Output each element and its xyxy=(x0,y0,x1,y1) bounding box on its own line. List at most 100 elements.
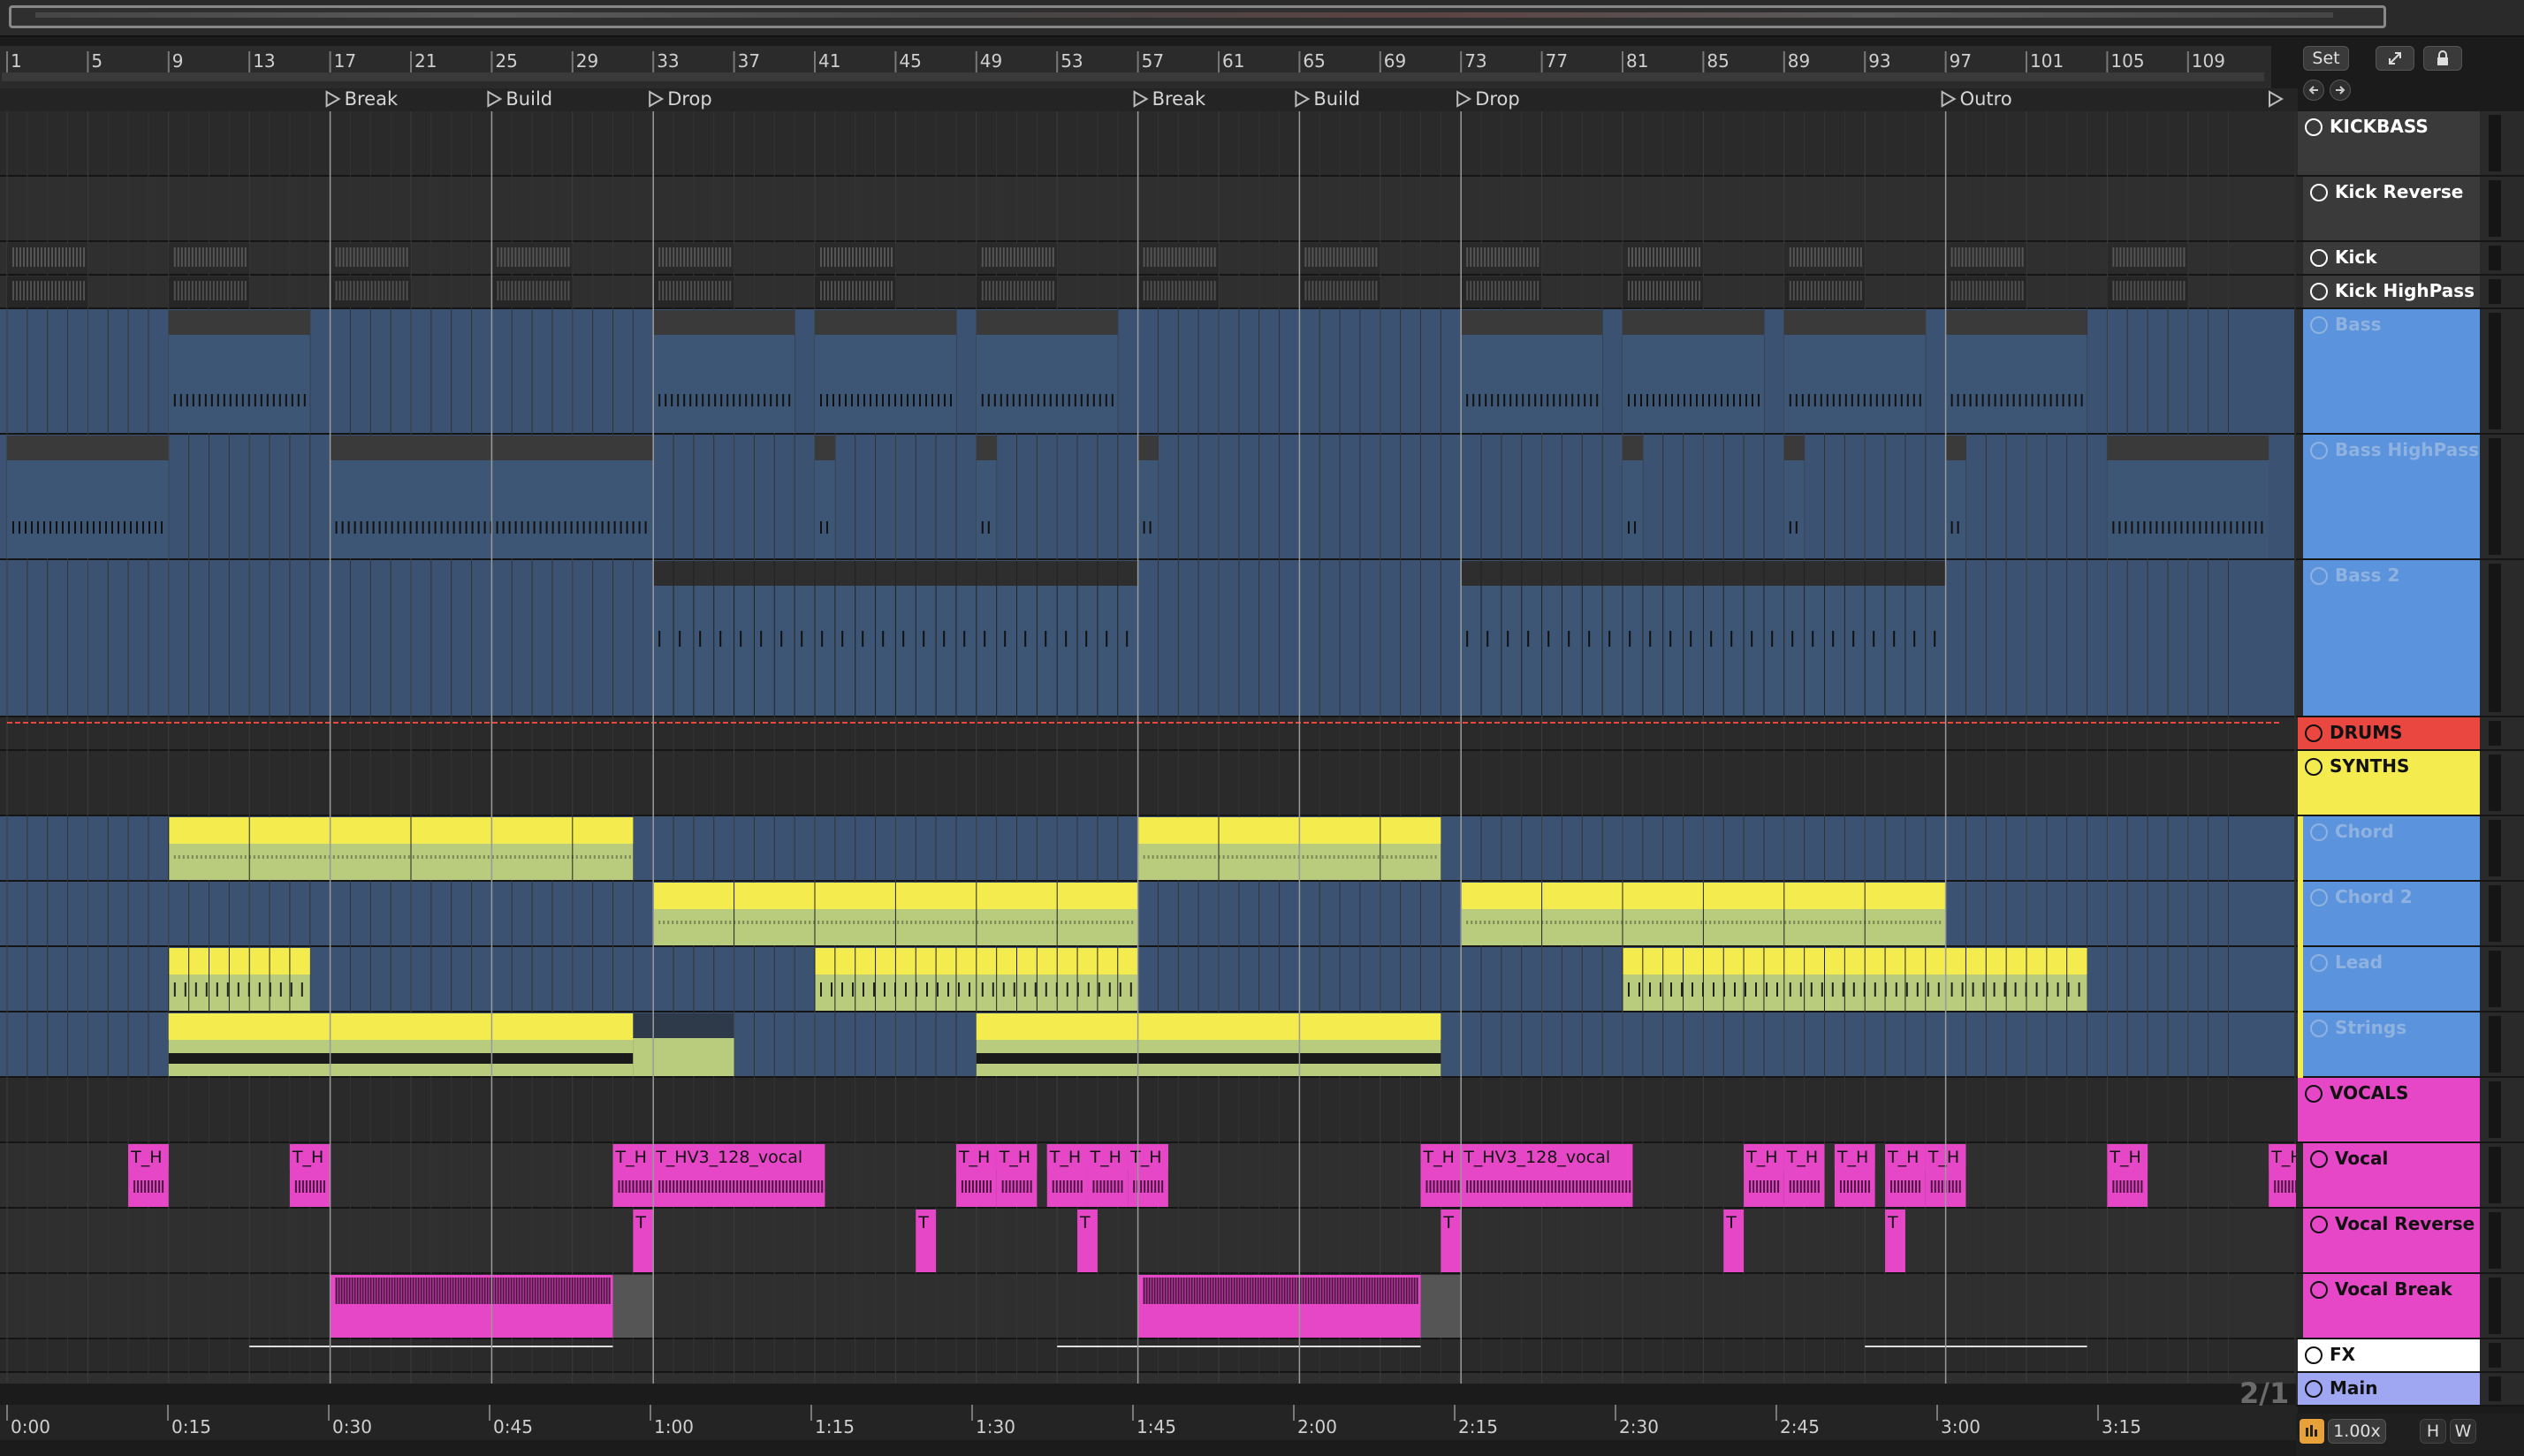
track-fold-icon[interactable] xyxy=(2310,283,2328,300)
track-lane[interactable] xyxy=(0,1373,2294,1384)
track-lane[interactable] xyxy=(0,1078,2294,1143)
track-header-kickbass[interactable]: KICKBASS xyxy=(2296,111,2524,177)
clip[interactable] xyxy=(1783,310,1926,433)
clip[interactable] xyxy=(1137,277,1219,307)
locator-lane[interactable]: Break Build Drop Break Build Drop Outro xyxy=(0,88,2298,111)
arrangement-tracks[interactable]: T_H T_H T_H T_H T_H T_H T_H T_H T_H T_H T_H T_H T_H T… xyxy=(0,111,2298,1384)
clip[interactable] xyxy=(1783,243,1866,274)
clip[interactable]: T xyxy=(1441,1210,1462,1272)
clip[interactable]: T_H xyxy=(2107,1144,2148,1207)
clip[interactable]: T_H xyxy=(128,1144,169,1207)
track-fold-icon[interactable] xyxy=(2310,1216,2328,1233)
clip[interactable] xyxy=(168,310,310,433)
clip[interactable]: T_H xyxy=(1834,1144,1875,1207)
clip[interactable] xyxy=(1783,277,1866,307)
clip[interactable] xyxy=(1945,277,2026,307)
clip[interactable] xyxy=(1945,310,2087,433)
track-header-chord[interactable]: Chord xyxy=(2296,816,2524,882)
clip[interactable] xyxy=(330,1275,613,1338)
clip[interactable] xyxy=(168,243,250,274)
track-header-lead[interactable]: Lead xyxy=(2296,947,2524,1012)
clip[interactable] xyxy=(976,1013,1441,1076)
clip[interactable] xyxy=(815,436,835,558)
clip[interactable] xyxy=(1461,243,1542,274)
play-icon[interactable] xyxy=(2305,1380,2323,1398)
locator-label[interactable]: Drop xyxy=(1475,88,1520,110)
clip[interactable] xyxy=(2107,436,2269,558)
clip[interactable] xyxy=(653,243,734,274)
track-fold-icon[interactable] xyxy=(2310,1020,2328,1037)
track-header-kick-highpass[interactable]: Kick HighPass xyxy=(2296,276,2524,309)
clip[interactable]: T_H xyxy=(1885,1144,1926,1207)
zoom-display[interactable]: 1.00x xyxy=(2328,1419,2386,1444)
track-header-vocals[interactable]: VOCALS xyxy=(2296,1078,2524,1143)
clip[interactable] xyxy=(168,277,250,307)
track-header-kick-reverse[interactable]: Kick Reverse xyxy=(2296,177,2524,242)
clip[interactable] xyxy=(1461,277,1542,307)
track-lane[interactable] xyxy=(0,1209,2294,1274)
track-fold-icon[interactable] xyxy=(2310,249,2328,267)
prev-locator-button[interactable] xyxy=(2303,80,2324,101)
clip[interactable]: T xyxy=(916,1210,937,1272)
overview-strip[interactable] xyxy=(0,0,2524,37)
clip[interactable]: T_H xyxy=(1087,1144,1129,1207)
w-toggle-button[interactable]: W xyxy=(2450,1419,2476,1444)
locator-label[interactable]: Break xyxy=(1152,88,1206,110)
clip[interactable] xyxy=(814,948,977,1011)
track-name-box[interactable] xyxy=(2303,947,2480,1011)
clip[interactable] xyxy=(1460,883,1946,945)
clip[interactable] xyxy=(1945,243,2026,274)
clip[interactable] xyxy=(815,277,896,307)
clip[interactable] xyxy=(976,277,1058,307)
clip[interactable] xyxy=(612,1275,654,1338)
clip[interactable] xyxy=(1299,243,1380,274)
clip[interactable] xyxy=(491,243,573,274)
track-header-chord-2[interactable]: Chord 2 xyxy=(2296,882,2524,947)
clip[interactable]: T_HV3_128_vocal xyxy=(1461,1144,1633,1207)
group-fold-icon[interactable] xyxy=(2305,1346,2323,1364)
clip[interactable] xyxy=(168,1013,634,1076)
track-name-box[interactable] xyxy=(2298,1373,2480,1405)
clip[interactable] xyxy=(1945,948,2087,1011)
clip[interactable]: T xyxy=(1885,1210,1905,1272)
clip[interactable] xyxy=(1623,310,1764,433)
clip[interactable]: T xyxy=(1723,1210,1745,1272)
clip[interactable] xyxy=(7,277,88,307)
clip[interactable] xyxy=(633,1013,734,1076)
set-button[interactable]: Set xyxy=(2303,46,2349,71)
track-fold-icon[interactable] xyxy=(2310,442,2328,459)
clip[interactable] xyxy=(1622,948,1784,1011)
clip[interactable] xyxy=(491,277,573,307)
locator-label[interactable]: Build xyxy=(506,88,552,110)
locator-label[interactable]: Drop xyxy=(667,88,712,110)
clip[interactable]: T xyxy=(633,1210,654,1272)
clip[interactable] xyxy=(1783,948,1946,1011)
locator-label[interactable]: Build xyxy=(1313,88,1360,110)
clip[interactable] xyxy=(1420,1275,1462,1338)
track-name-box[interactable] xyxy=(2303,309,2480,433)
clip[interactable]: T_H xyxy=(955,1144,997,1207)
clip[interactable]: T_H xyxy=(1128,1144,1168,1207)
clip[interactable] xyxy=(1783,436,1805,558)
clip[interactable]: T_H xyxy=(289,1144,331,1207)
clip[interactable]: T_H xyxy=(1783,1144,1825,1207)
track-lane[interactable] xyxy=(0,111,2294,177)
clip[interactable] xyxy=(976,948,1138,1011)
clip[interactable] xyxy=(1461,310,1603,433)
track-header-main[interactable]: Main xyxy=(2296,1373,2524,1407)
time-ruler[interactable]: 0:00 0:15 0:30 0:45 1:00 1:15 1:30 1:45 2:00 2:15… xyxy=(0,1405,2298,1440)
track-lane[interactable] xyxy=(0,1339,2294,1373)
group-fold-icon[interactable] xyxy=(2305,724,2323,742)
track-fold-icon[interactable] xyxy=(2310,889,2328,906)
clip[interactable] xyxy=(1623,243,1704,274)
track-fold-icon[interactable] xyxy=(2310,567,2328,585)
clip[interactable] xyxy=(7,436,169,558)
clip[interactable] xyxy=(1137,243,1219,274)
track-name-box[interactable] xyxy=(2303,242,2480,274)
clip[interactable]: T_H xyxy=(1046,1144,1088,1207)
clip[interactable] xyxy=(1137,817,1441,880)
clip[interactable] xyxy=(1137,1275,1421,1338)
track-header-drums[interactable]: DRUMS xyxy=(2296,717,2524,751)
lock-button[interactable] xyxy=(2423,46,2462,71)
clip[interactable] xyxy=(168,817,634,880)
